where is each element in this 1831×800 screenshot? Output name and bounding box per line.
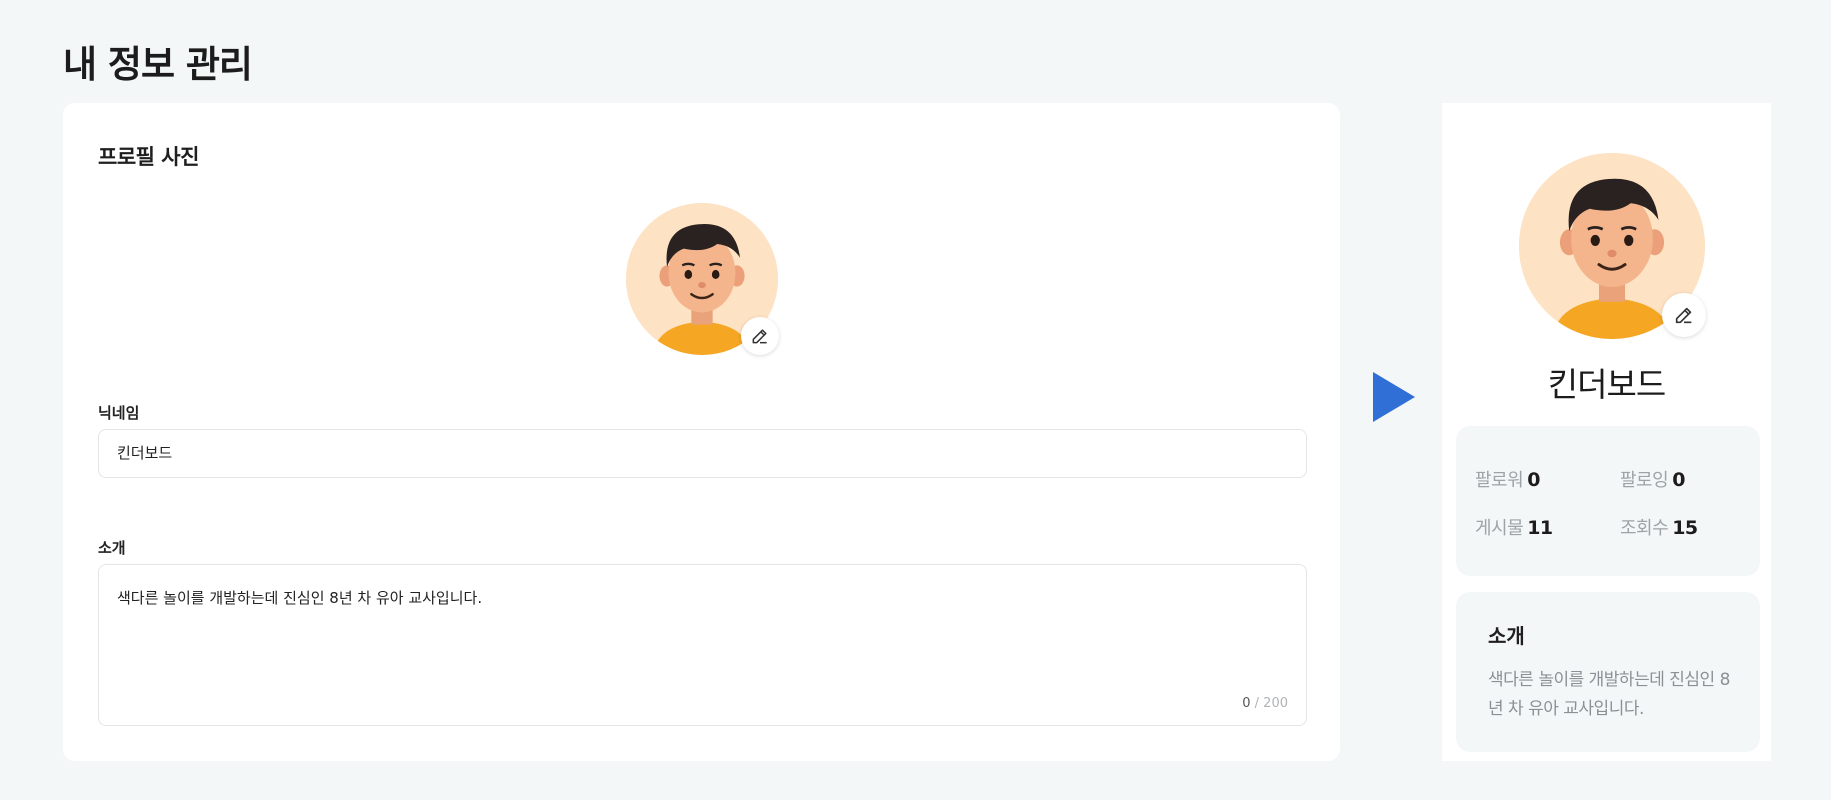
preview-profile-photo[interactable] — [1519, 153, 1706, 339]
stat-followers-value: 0 — [1527, 469, 1540, 491]
char-count-max: / 200 — [1254, 696, 1288, 711]
stat-following-value: 0 — [1672, 469, 1685, 491]
profile-photo-title: 프로필 사진 — [98, 145, 199, 169]
profile-edit-card: 프로필 사진 닉네임 킨더보드 소개 색다른 놀이를 개발하는데 진심인 8년 … — [63, 103, 1340, 761]
pencil-icon — [1675, 307, 1692, 324]
stat-views-label: 조회수 — [1620, 518, 1669, 539]
page-title: 내 정보 관리 — [63, 43, 253, 86]
intro-text: 색다른 놀이를 개발하는데 진심인 8년 차 유아 교사입니다. — [117, 589, 483, 607]
stat-posts: 게시물 11 — [1475, 514, 1553, 540]
pencil-icon — [752, 329, 767, 344]
stat-followers-label: 팔로워 — [1475, 470, 1524, 491]
nickname-input[interactable]: 킨더보드 — [98, 429, 1307, 478]
arrow-right-icon — [1373, 372, 1415, 422]
edit-photo-button[interactable] — [741, 317, 779, 355]
stat-posts-label: 게시물 — [1475, 518, 1524, 539]
stat-followers[interactable]: 팔로워 0 — [1475, 466, 1540, 492]
stat-following[interactable]: 팔로잉 0 — [1620, 466, 1685, 492]
char-count: 0 / 200 — [1242, 696, 1288, 711]
preview-edit-photo-button[interactable] — [1662, 293, 1706, 337]
char-count-current: 0 — [1242, 696, 1251, 711]
stat-following-label: 팔로잉 — [1620, 470, 1669, 491]
nickname-label: 닉네임 — [98, 404, 140, 422]
preview-intro-text: 색다른 놀이를 개발하는데 진심인 8년 차 유아 교사입니다. — [1488, 670, 1730, 719]
preview-nickname: 킨더보드 — [1547, 365, 1666, 404]
stat-views-value: 15 — [1672, 517, 1698, 539]
stat-posts-value: 11 — [1527, 517, 1553, 539]
profile-photo[interactable] — [626, 203, 779, 355]
preview-intro-title: 소개 — [1488, 624, 1525, 648]
intro-label: 소개 — [98, 539, 126, 557]
stats-box: 팔로워 0 팔로잉 0 게시물 11 조회수 15 — [1456, 426, 1760, 576]
preview-intro-box: 소개 색다른 놀이를 개발하는데 진심인 8년 차 유아 교사입니다. — [1456, 592, 1760, 752]
intro-textarea[interactable]: 색다른 놀이를 개발하는데 진심인 8년 차 유아 교사입니다. 0 / 200 — [98, 564, 1307, 726]
profile-preview-card: 킨더보드 팔로워 0 팔로잉 0 게시물 11 조회수 15 소개 색다른 놀이를 개발… — [1442, 103, 1771, 761]
stat-views: 조회수 15 — [1620, 514, 1698, 540]
